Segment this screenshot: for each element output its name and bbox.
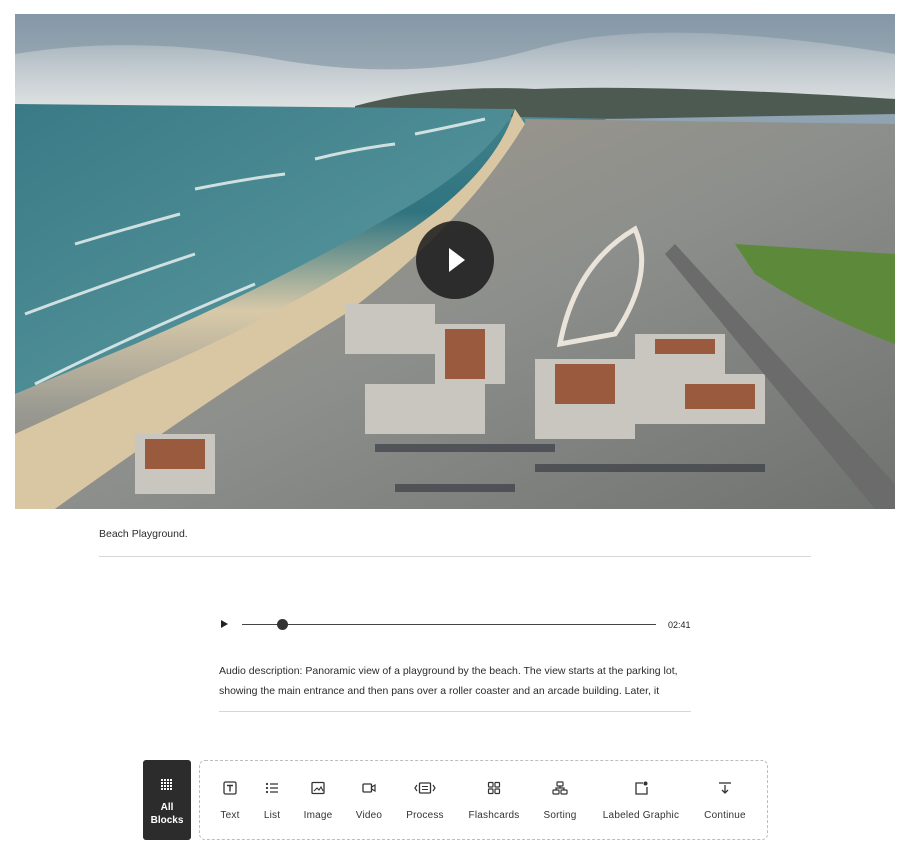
block-flashcards[interactable]: Flashcards <box>462 761 526 839</box>
audio-duration: 02:41 <box>668 620 691 630</box>
video-player[interactable] <box>15 14 895 509</box>
caption-divider <box>99 556 811 557</box>
grid-icon <box>161 779 173 791</box>
block-continue[interactable]: Continue <box>696 761 754 839</box>
process-icon <box>414 781 436 795</box>
labeled-graphic-icon <box>634 781 648 795</box>
block-sorting[interactable]: Sorting <box>536 761 584 839</box>
flashcards-icon <box>487 781 501 795</box>
audio-divider <box>219 711 691 712</box>
text-icon <box>223 781 237 795</box>
video-icon <box>362 781 376 795</box>
video-caption: Beach Playground. <box>99 528 188 540</box>
image-icon <box>311 781 325 795</box>
video-play-button[interactable] <box>416 221 494 299</box>
block-list[interactable]: List <box>252 761 292 839</box>
audio-play-button[interactable] <box>221 620 228 628</box>
audio-progress-thumb[interactable] <box>277 619 288 630</box>
block-process[interactable]: Process <box>398 761 452 839</box>
block-toolbar: Text List Image Video Process Flashcards <box>199 760 768 840</box>
block-image[interactable]: Image <box>294 761 342 839</box>
block-labeled-graphic[interactable]: Labeled Graphic <box>596 761 686 839</box>
list-icon <box>265 781 279 795</box>
play-icon <box>449 248 465 272</box>
sorting-icon <box>552 781 568 795</box>
audio-description-text: Audio description: Panoramic view of a p… <box>219 665 678 697</box>
all-blocks-button[interactable]: All Blocks <box>143 760 191 840</box>
all-blocks-label: All Blocks <box>150 802 184 826</box>
block-video[interactable]: Video <box>345 761 393 839</box>
continue-icon <box>718 781 732 795</box>
block-text[interactable]: Text <box>208 761 252 839</box>
audio-progress-track[interactable] <box>242 624 656 625</box>
